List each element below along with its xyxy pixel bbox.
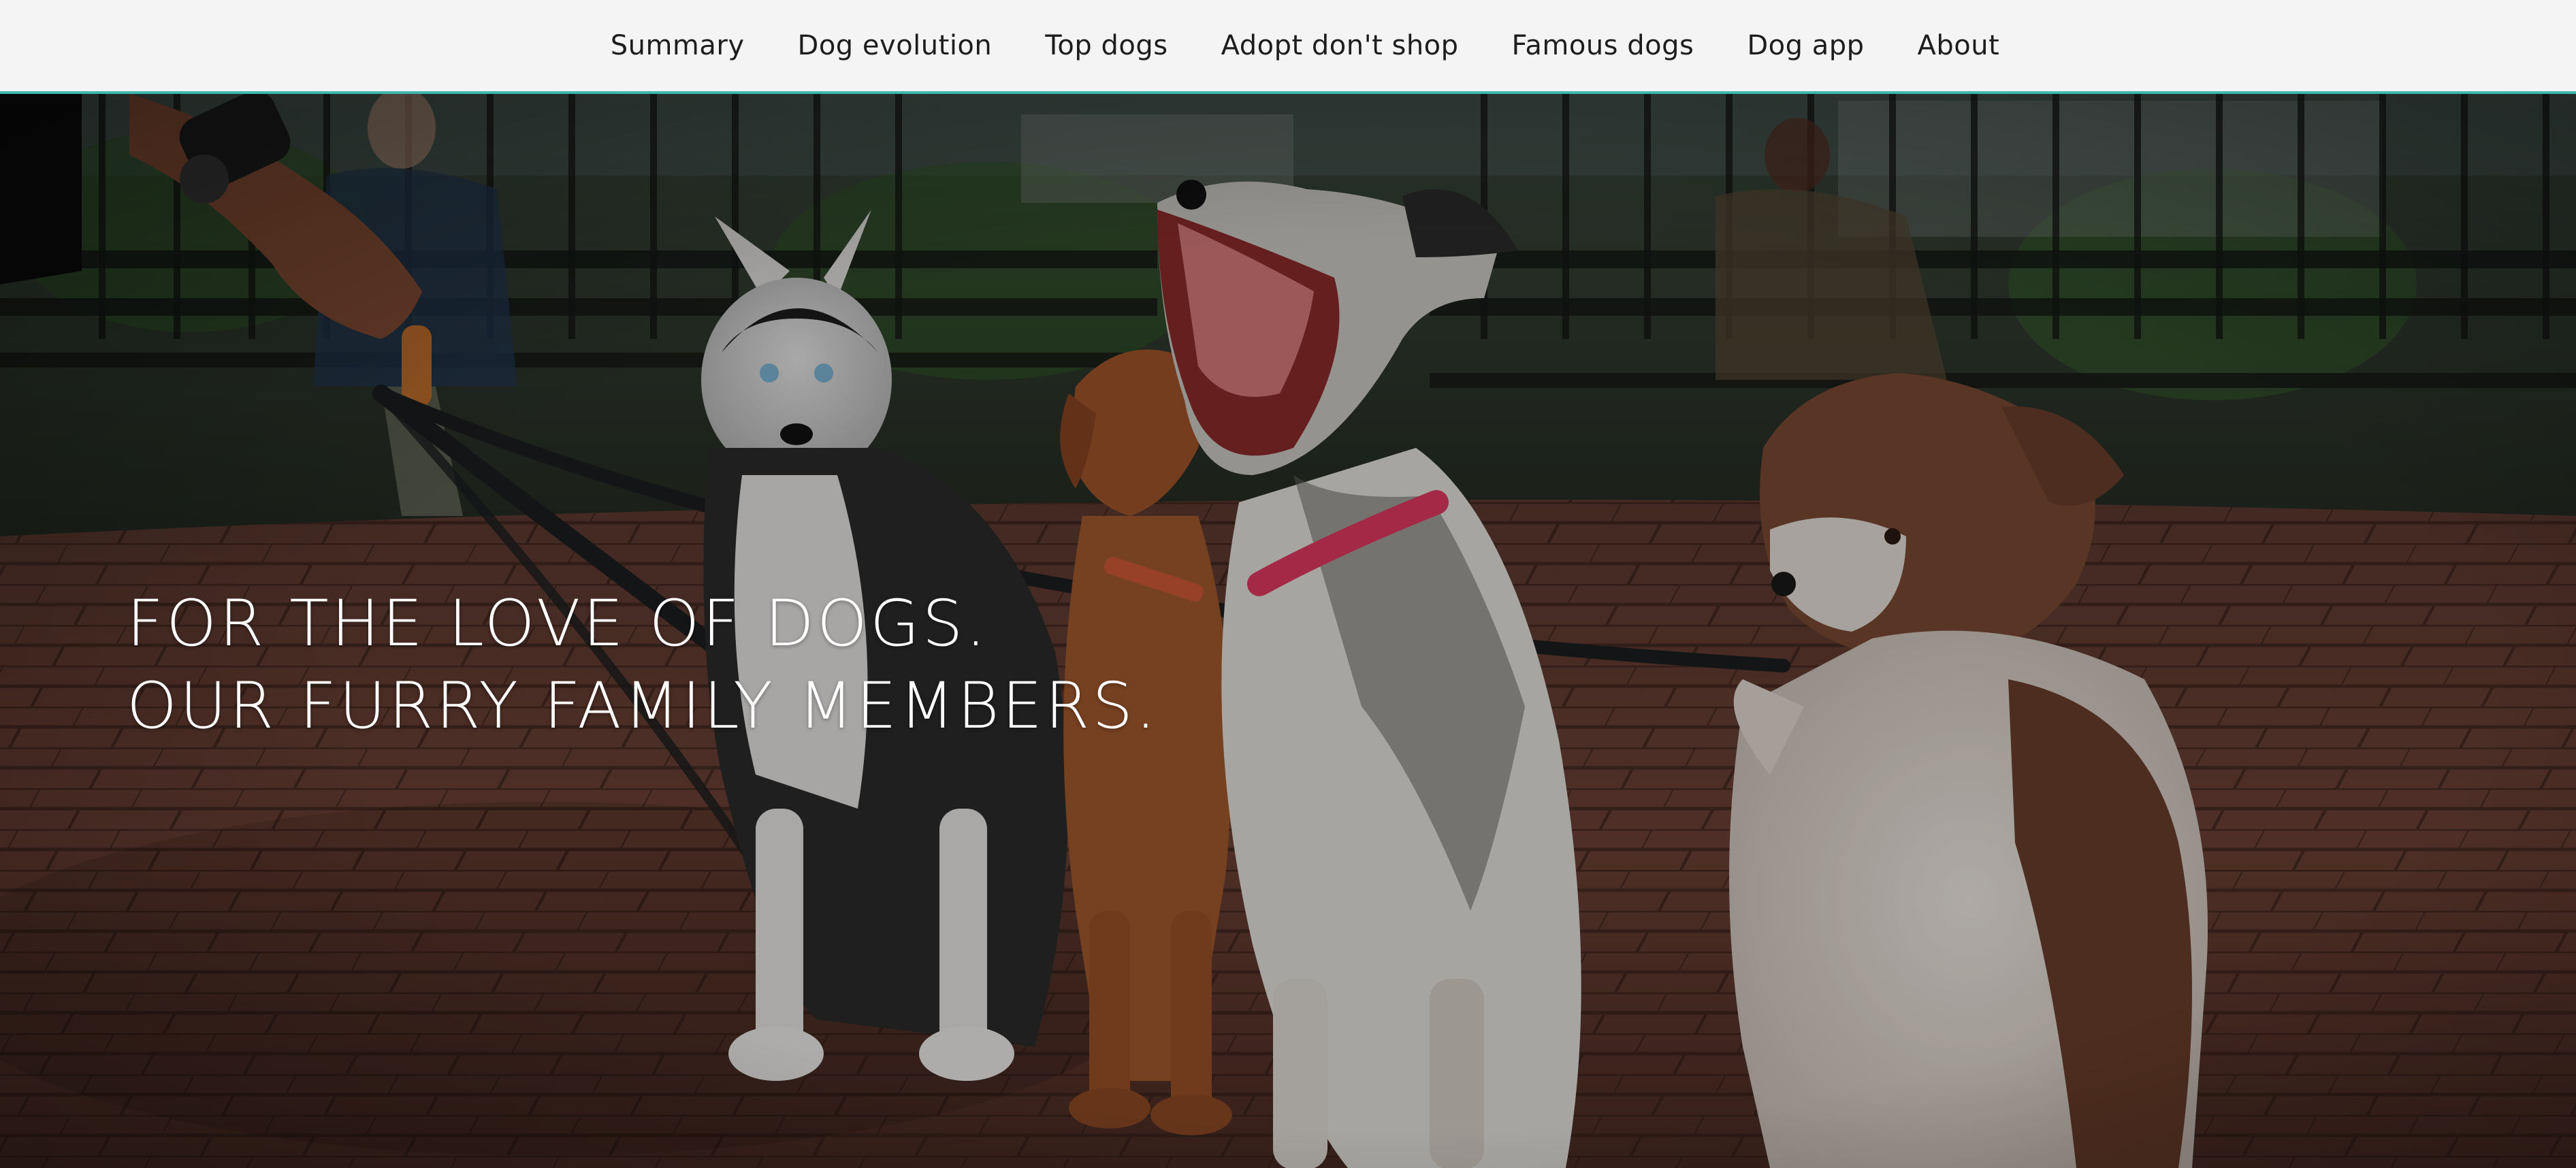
nav-link-dog-app[interactable]: Dog app	[1747, 30, 1864, 61]
hero-section: FOR THE LOVE OF DOGS. OUR FURRY FAMILY M…	[0, 94, 2576, 1168]
hero-headline: FOR THE LOVE OF DOGS. OUR FURRY FAMILY M…	[127, 583, 1159, 747]
nav-link-about[interactable]: About	[1918, 30, 2000, 61]
hero-headline-line-1: FOR THE LOVE OF DOGS.	[127, 587, 989, 661]
nav-link-summary[interactable]: Summary	[611, 30, 745, 61]
nav-link-adopt-dont-shop[interactable]: Adopt don't shop	[1221, 30, 1459, 61]
nav-menu: Summary Dog evolution Top dogs Adopt don…	[611, 30, 2000, 61]
top-navigation: Summary Dog evolution Top dogs Adopt don…	[0, 0, 2576, 94]
nav-link-dog-evolution[interactable]: Dog evolution	[798, 30, 993, 61]
hero-headline-line-2: OUR FURRY FAMILY MEMBERS.	[127, 669, 1159, 743]
nav-link-famous-dogs[interactable]: Famous dogs	[1512, 30, 1694, 61]
nav-link-top-dogs[interactable]: Top dogs	[1045, 30, 1168, 61]
